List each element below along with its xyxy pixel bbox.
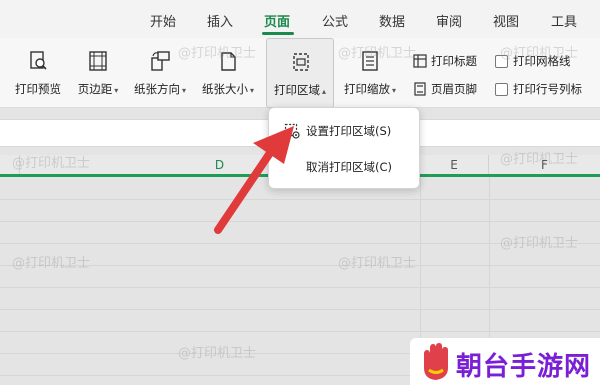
print-titles-button[interactable]: 打印标题: [413, 51, 477, 71]
tab-home[interactable]: 开始: [150, 11, 176, 30]
column-header-e[interactable]: E: [420, 155, 489, 176]
margins-label: 页边距: [77, 82, 113, 96]
header-footer-button[interactable]: 页眉页脚: [413, 79, 477, 99]
orientation-icon: [151, 51, 170, 71]
print-preview-button[interactable]: 打印预览: [10, 38, 66, 108]
tab-formulas[interactable]: 公式: [322, 11, 348, 30]
set-print-area-icon: [284, 123, 300, 139]
grid-line: [0, 331, 600, 332]
checkbox-unchecked-icon[interactable]: [495, 82, 508, 96]
watermark: @打印机卫士: [178, 346, 257, 361]
print-titles-label: 打印标题: [431, 54, 477, 68]
tab-insert[interactable]: 插入: [207, 11, 233, 30]
chevron-down-icon: ▾: [391, 86, 396, 95]
watermark: @打印机卫士: [12, 156, 91, 171]
chevron-down-icon: ▾: [181, 86, 186, 95]
header-footer-label: 页眉页脚: [431, 82, 477, 96]
chevron-up-icon: ▴: [321, 87, 326, 96]
print-scale-label: 打印缩放: [343, 82, 390, 96]
print-area-label: 打印区域: [273, 83, 320, 97]
logo-text: 朝台手游网: [456, 352, 592, 382]
tab-view[interactable]: 视图: [493, 11, 519, 30]
watermark: @打印机卫士: [178, 46, 257, 61]
tab-review[interactable]: 审阅: [436, 11, 462, 30]
grid-line: [0, 199, 600, 200]
set-print-area-label: 设置打印区域(S): [306, 124, 392, 138]
cancel-print-area-menu-item[interactable]: 取消打印区域(C): [269, 154, 421, 180]
orientation-label: 纸张方向: [133, 82, 180, 96]
chevron-down-icon: ▾: [114, 86, 119, 95]
print-row-col-headers-label: 打印行号列标: [513, 82, 582, 96]
tab-data[interactable]: 数据: [379, 11, 405, 30]
grid-line: [0, 221, 600, 222]
print-preview-label: 打印预览: [15, 82, 61, 96]
print-area-button[interactable]: 打印区域 ▴: [266, 38, 334, 108]
tab-page[interactable]: 页面: [264, 11, 290, 30]
set-print-area-menu-item[interactable]: 设置打印区域(S): [269, 118, 421, 144]
watermark: @打印机卫士: [12, 256, 91, 271]
ribbon-tab-bar: 开始 插入 页面 公式 数据 审阅 视图 工具: [0, 0, 600, 38]
print-preview-icon: [30, 51, 47, 70]
hand-logo-icon: [424, 343, 448, 380]
chevron-down-icon: ▾: [249, 86, 254, 95]
print-area-dropdown-menu: 设置打印区域(S) 取消打印区域(C): [268, 107, 420, 189]
paper-size-label: 纸张大小: [201, 82, 248, 96]
print-area-icon: [293, 53, 309, 71]
grid-line: [0, 309, 600, 310]
header-footer-icon: [414, 82, 426, 96]
print-row-col-headers-checkbox[interactable]: 打印行号列标: [495, 79, 582, 99]
watermark: @打印机卫士: [500, 46, 579, 61]
margins-icon: [89, 51, 107, 71]
margins-button[interactable]: 页边距 ▾: [70, 38, 126, 108]
watermark: @打印机卫士: [500, 236, 579, 251]
site-logo: 朝台手游网: [410, 338, 600, 385]
tab-tools[interactable]: 工具: [551, 11, 577, 30]
cancel-print-area-label: 取消打印区域(C): [306, 160, 393, 174]
watermark: @打印机卫士: [338, 46, 417, 61]
watermark: @打印机卫士: [338, 256, 417, 271]
grid-line: [0, 287, 600, 288]
active-tab-indicator: [262, 32, 294, 35]
watermark: @打印机卫士: [500, 152, 579, 167]
